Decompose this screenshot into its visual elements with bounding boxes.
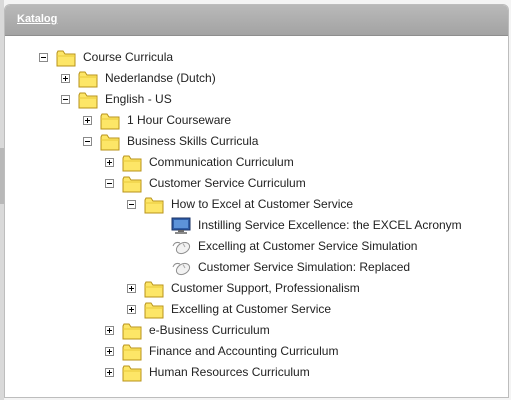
tree-node[interactable]: e-Business Curriculum <box>105 320 270 341</box>
expand-icon[interactable] <box>127 305 136 314</box>
course-item[interactable]: Instilling Service Excellence: the EXCEL… <box>171 215 462 236</box>
tree-node-label[interactable]: Communication Curriculum <box>149 152 294 173</box>
folder-icon <box>56 50 76 66</box>
mouse-icon <box>172 262 191 275</box>
tree-node[interactable]: Course Curricula <box>39 47 173 68</box>
folder-icon <box>122 344 142 360</box>
folder-icon <box>144 281 164 297</box>
collapse-icon[interactable] <box>105 179 114 188</box>
catalog-panel: Katalog Course Curricula Nederlandse (Du… <box>4 4 509 398</box>
expand-icon[interactable] <box>105 326 114 335</box>
monitor-icon <box>171 217 191 234</box>
tree-node[interactable]: Customer Support, Professionalism <box>127 278 360 299</box>
course-item-label[interactable]: Customer Service Simulation: Replaced <box>198 257 410 278</box>
folder-icon <box>78 92 98 108</box>
tree-node[interactable]: Human Resources Curriculum <box>105 362 310 383</box>
tree-node-label[interactable]: English - US <box>105 89 172 110</box>
course-item[interactable]: Customer Service Simulation: Replaced <box>171 257 410 278</box>
course-item-label[interactable]: Excelling at Customer Service Simulation <box>198 236 417 257</box>
collapse-icon[interactable] <box>127 200 136 209</box>
tree-node[interactable]: Finance and Accounting Curriculum <box>105 341 338 362</box>
collapse-icon[interactable] <box>61 95 70 104</box>
tree-node[interactable]: English - US <box>61 89 172 110</box>
expand-icon[interactable] <box>105 158 114 167</box>
tree-node-label[interactable]: Human Resources Curriculum <box>149 362 310 383</box>
folder-icon <box>78 71 98 87</box>
folder-icon <box>144 302 164 318</box>
tree-node[interactable]: 1 Hour Courseware <box>83 110 231 131</box>
folder-icon <box>100 134 120 150</box>
catalog-tree: Course Curricula Nederlandse (Dutch) Eng… <box>5 5 508 397</box>
tree-node[interactable]: Nederlandse (Dutch) <box>61 68 216 89</box>
folder-icon <box>122 323 142 339</box>
folder-icon <box>122 176 142 192</box>
mouse-icon <box>172 241 191 254</box>
folder-icon <box>100 113 120 129</box>
tree-node[interactable]: Communication Curriculum <box>105 152 294 173</box>
collapse-icon[interactable] <box>83 137 92 146</box>
folder-icon <box>122 155 142 171</box>
expand-icon[interactable] <box>105 368 114 377</box>
course-item[interactable]: Excelling at Customer Service Simulation <box>171 236 417 257</box>
tree-node[interactable]: Customer Service Curriculum <box>105 173 306 194</box>
tree-node-label[interactable]: Customer Support, Professionalism <box>171 278 360 299</box>
course-item-label[interactable]: Instilling Service Excellence: the EXCEL… <box>198 215 462 236</box>
tree-node[interactable]: Business Skills Curricula <box>83 131 258 152</box>
collapse-icon[interactable] <box>39 53 48 62</box>
tree-node[interactable]: How to Excel at Customer Service <box>127 194 353 215</box>
expand-icon[interactable] <box>105 347 114 356</box>
tree-node-label[interactable]: Nederlandse (Dutch) <box>105 68 216 89</box>
tree-node-label[interactable]: e-Business Curriculum <box>149 320 270 341</box>
expand-icon[interactable] <box>61 74 70 83</box>
folder-icon <box>122 365 142 381</box>
tree-node-label[interactable]: Excelling at Customer Service <box>171 299 331 320</box>
tree-node-label[interactable]: Business Skills Curricula <box>127 131 258 152</box>
tree-node-label[interactable]: Course Curricula <box>83 47 173 68</box>
tree-node-label[interactable]: 1 Hour Courseware <box>127 110 231 131</box>
tree-node-label[interactable]: How to Excel at Customer Service <box>171 194 353 215</box>
expand-icon[interactable] <box>83 116 92 125</box>
tree-node-label[interactable]: Finance and Accounting Curriculum <box>149 341 338 362</box>
folder-icon <box>144 197 164 213</box>
tree-node-label[interactable]: Customer Service Curriculum <box>149 173 306 194</box>
tree-node[interactable]: Excelling at Customer Service <box>127 299 331 320</box>
expand-icon[interactable] <box>127 284 136 293</box>
